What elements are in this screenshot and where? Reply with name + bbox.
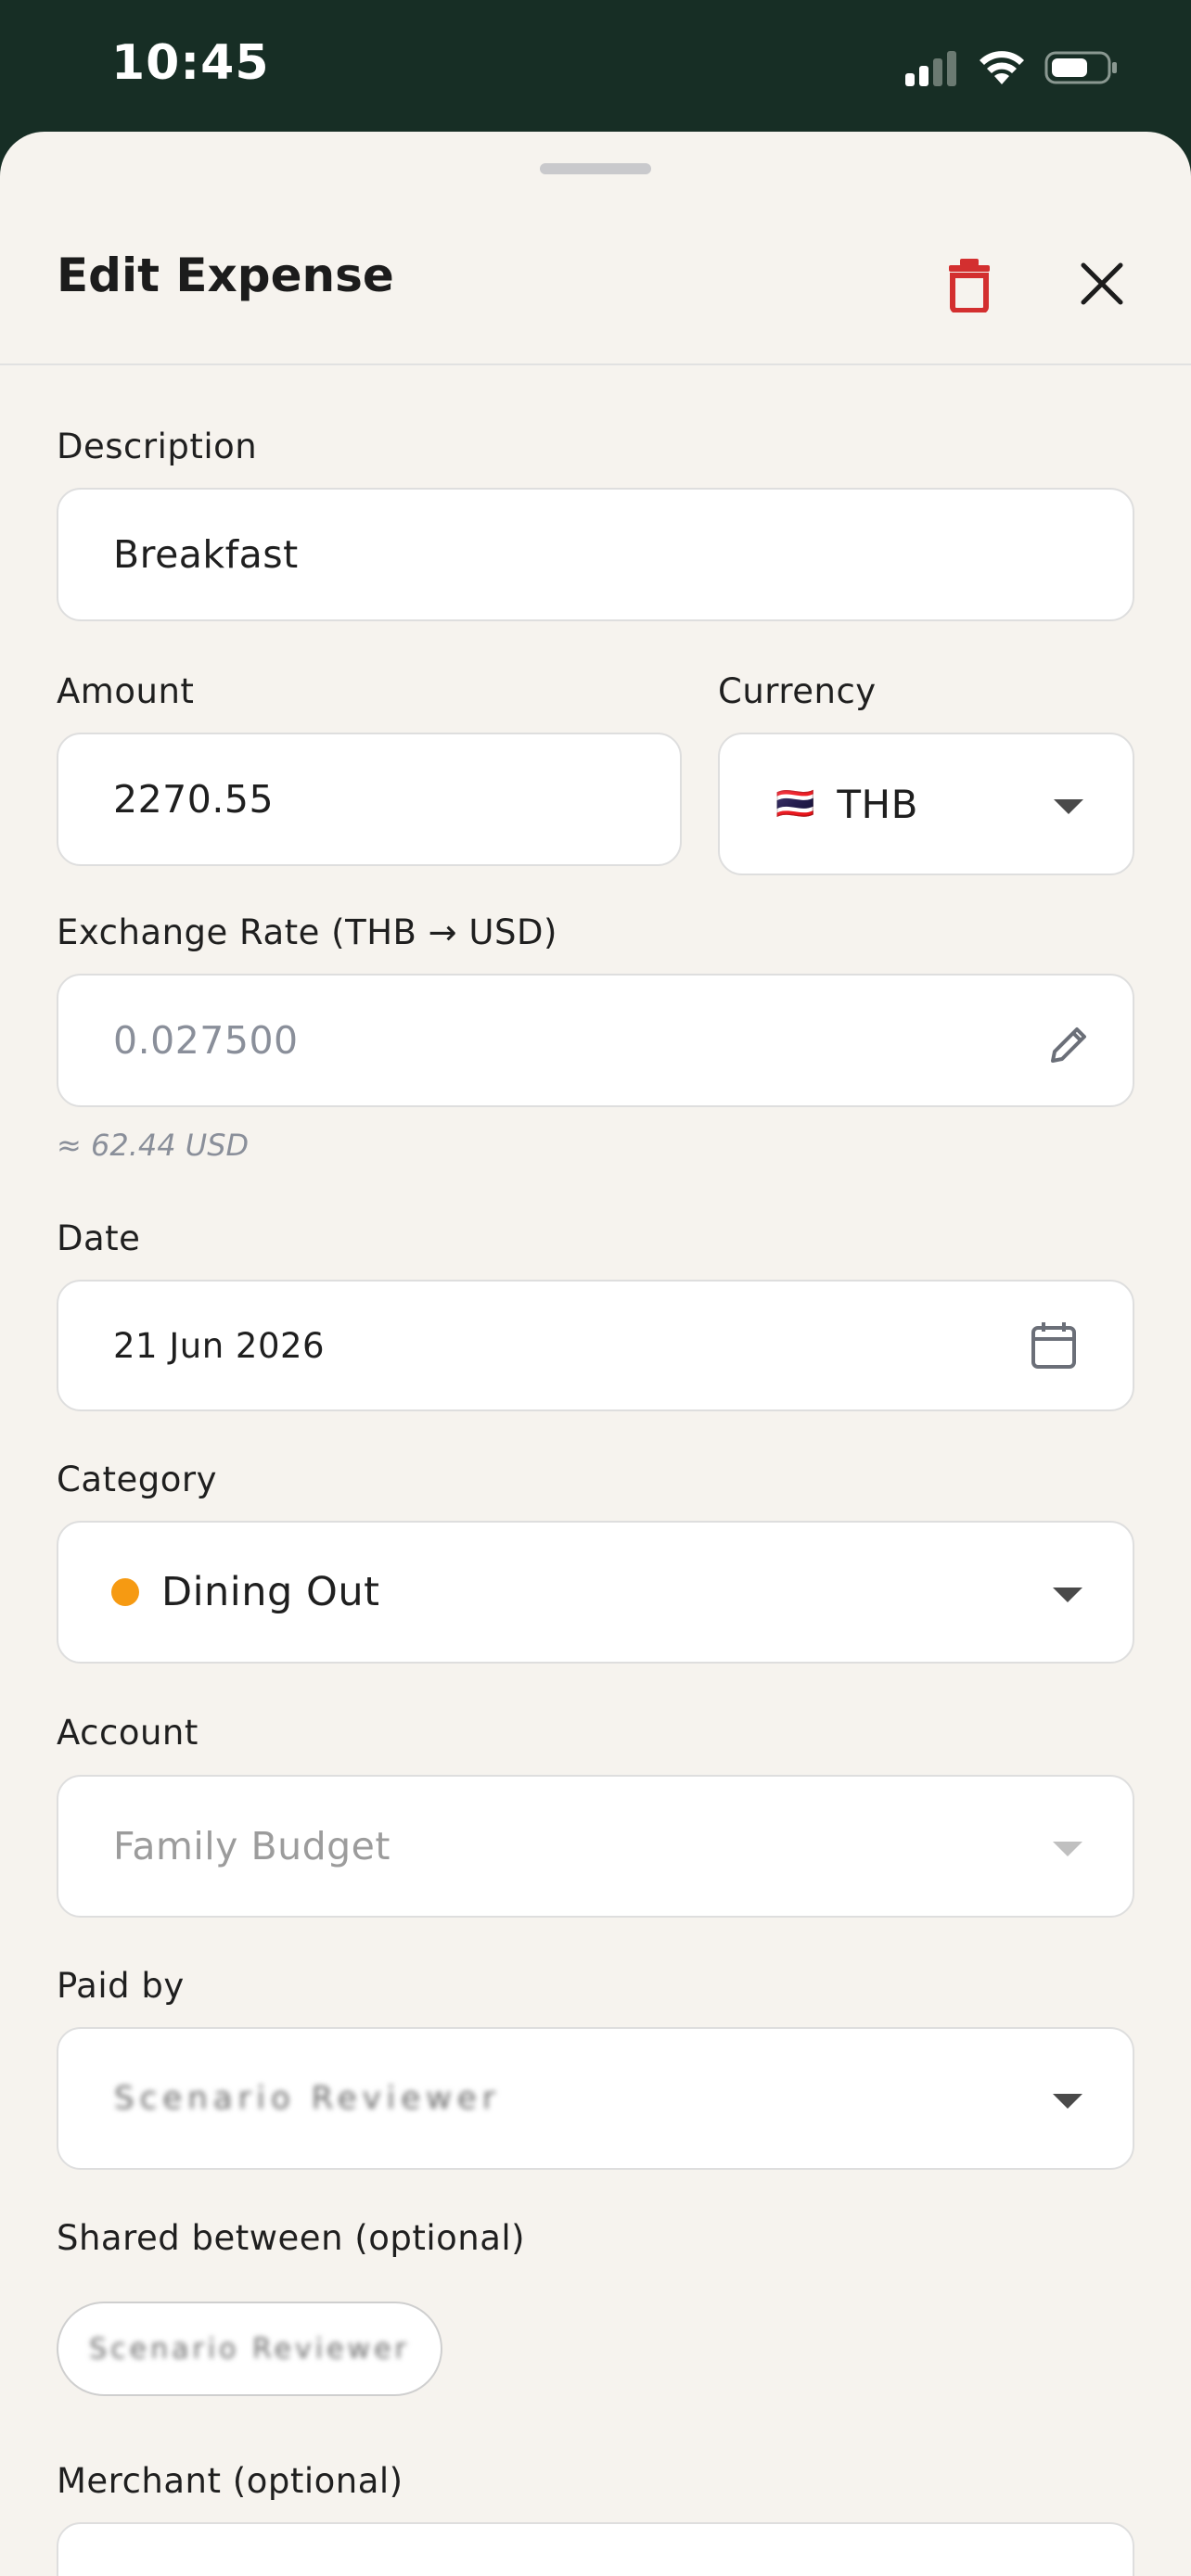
paid-by-label: Paid by — [57, 1966, 185, 2006]
description-value: Breakfast — [113, 532, 299, 577]
battery-icon — [1044, 51, 1117, 84]
edit-expense-sheet: Edit Expense Description Breakfast Amoun… — [0, 132, 1191, 2576]
sheet-grabber[interactable] — [540, 163, 651, 174]
exchange-rate-field[interactable]: 0.027500 — [57, 974, 1134, 1107]
currency-label: Currency — [718, 671, 877, 711]
close-icon — [1081, 262, 1123, 305]
status-time: 10:45 — [111, 35, 270, 91]
date-field[interactable]: 21 Jun 2026 — [57, 1280, 1134, 1411]
thailand-flag-icon: 🇹🇭 — [775, 786, 815, 822]
merchant-label: Merchant (optional) — [57, 2461, 403, 2501]
chevron-down-icon — [1053, 1842, 1082, 1856]
page-title: Edit Expense — [57, 249, 394, 302]
account-value: Family Budget — [113, 1824, 391, 1868]
amount-value: 2270.55 — [113, 777, 275, 822]
delete-button[interactable] — [937, 243, 1002, 326]
currency-select[interactable]: 🇹🇭 THB — [718, 733, 1134, 875]
wifi-icon — [980, 51, 1024, 84]
category-color-dot — [111, 1578, 139, 1606]
exchange-rate-value: 0.027500 — [113, 1018, 299, 1063]
amount-field[interactable]: 2270.55 — [57, 733, 682, 866]
shared-member-chip[interactable]: Scenario Reviewer — [57, 2302, 442, 2396]
converted-amount-hint: ≈ 62.44 USD — [57, 1128, 250, 1163]
chevron-down-icon — [1053, 1588, 1082, 1602]
chevron-down-icon — [1054, 799, 1083, 814]
account-select[interactable]: Family Budget — [57, 1775, 1134, 1918]
description-label: Description — [57, 427, 258, 466]
exchange-rate-label: Exchange Rate (THB → USD) — [57, 912, 557, 952]
status-icons — [903, 46, 1119, 89]
category-label: Category — [57, 1460, 218, 1499]
date-label: Date — [57, 1218, 141, 1258]
currency-value: THB — [837, 781, 918, 827]
category-select[interactable]: Dining Out — [57, 1521, 1134, 1664]
paid-by-value: Scenario Reviewer — [114, 2080, 501, 2117]
calendar-icon[interactable] — [1031, 1320, 1077, 1375]
sheet-header: Edit Expense — [0, 215, 1191, 365]
trash-icon — [949, 259, 990, 312]
amount-label: Amount — [57, 671, 195, 711]
signal-icon — [905, 51, 956, 86]
category-value: Dining Out — [161, 1569, 380, 1615]
chevron-down-icon — [1053, 2094, 1082, 2109]
shared-between-label: Shared between (optional) — [57, 2218, 526, 2258]
close-button[interactable] — [1067, 249, 1137, 319]
description-field[interactable]: Breakfast — [57, 488, 1134, 621]
account-label: Account — [57, 1713, 198, 1753]
shared-member-name: Scenario Reviewer — [89, 2332, 410, 2366]
status-bar: 10:45 — [0, 0, 1191, 132]
merchant-field[interactable] — [57, 2522, 1134, 2576]
paid-by-select[interactable]: Scenario Reviewer — [57, 2027, 1134, 2170]
pencil-icon[interactable] — [1049, 1022, 1092, 1069]
date-value: 21 Jun 2026 — [113, 1325, 326, 1366]
